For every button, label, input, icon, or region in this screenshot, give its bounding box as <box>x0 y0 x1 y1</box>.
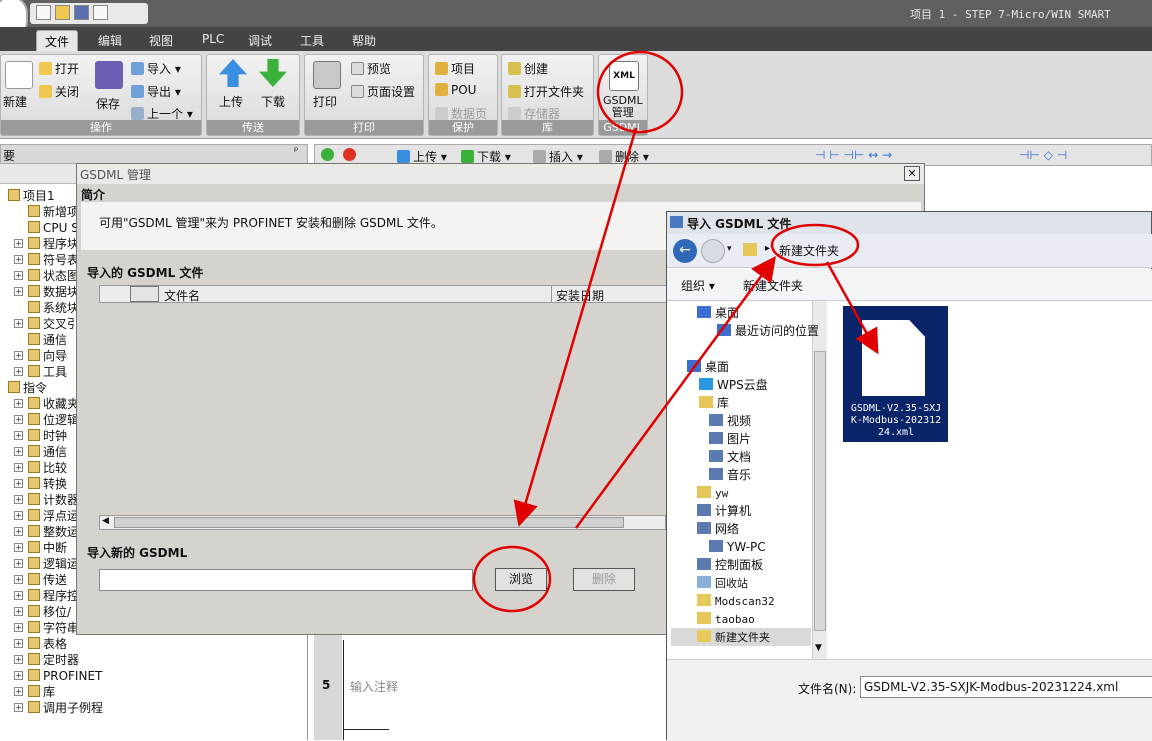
annotation-overlay <box>472 50 879 613</box>
browse-highlight-circle <box>472 545 552 613</box>
arrow-to-folder <box>574 255 776 529</box>
arrow-to-browse <box>513 127 638 527</box>
arrow-to-file <box>825 261 879 355</box>
folder-highlight-circle <box>770 223 860 267</box>
gsdml-highlight-circle <box>596 50 684 134</box>
